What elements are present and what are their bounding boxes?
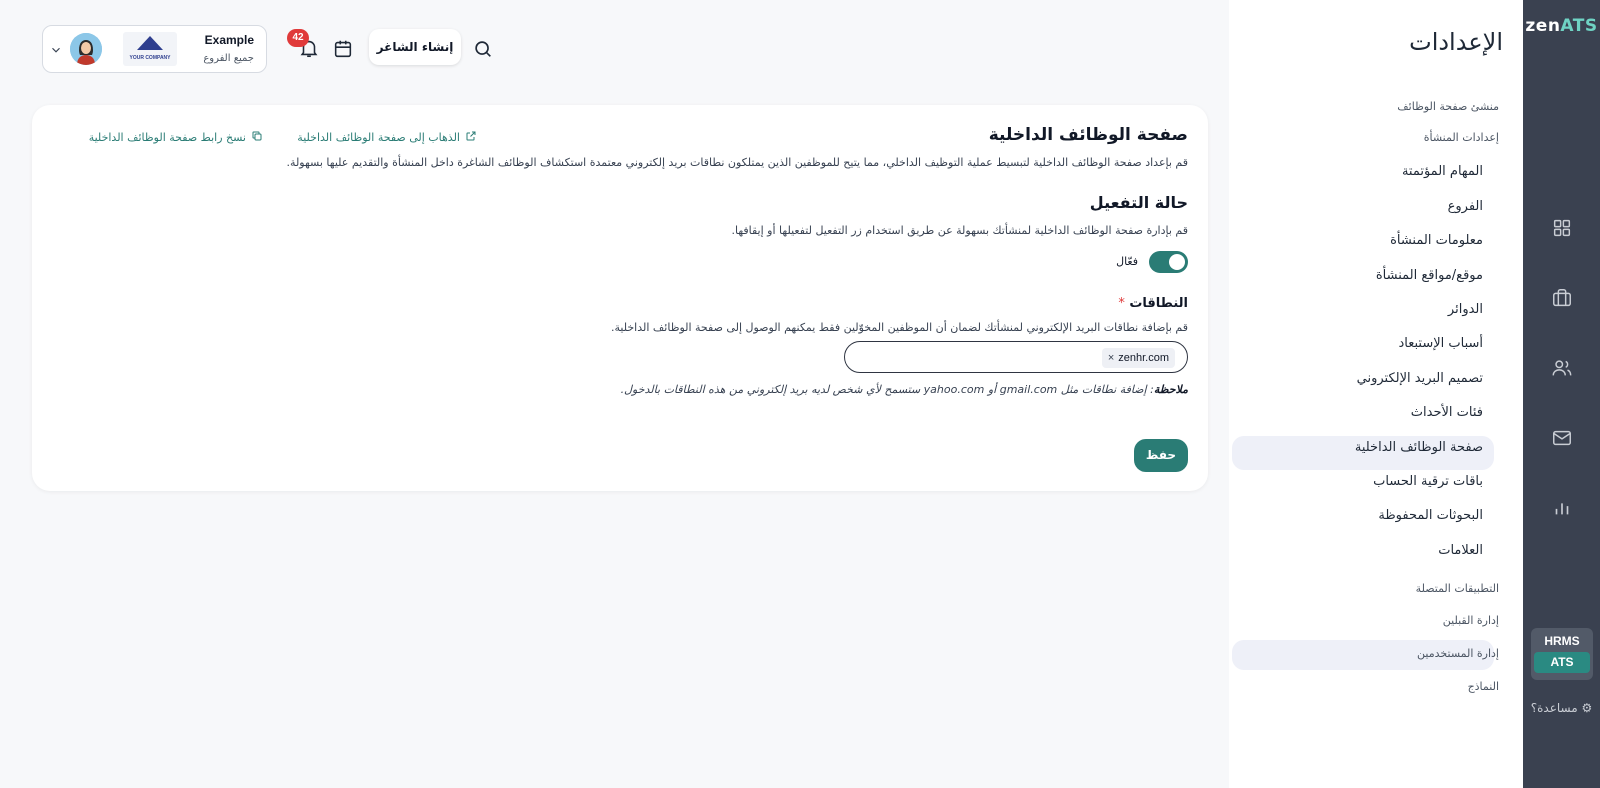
sidebar-item-forms[interactable]: النماذج: [1468, 680, 1499, 693]
calendar-icon[interactable]: [332, 38, 354, 60]
copy-icon: [251, 130, 263, 145]
sidebar-item-company-info[interactable]: معلومات المنشأة: [1390, 233, 1483, 248]
chevron-down-icon: [49, 42, 63, 56]
avatar[interactable]: [70, 33, 102, 65]
remove-tag-icon[interactable]: ×: [1108, 348, 1114, 368]
notification-badge: 42: [287, 29, 309, 47]
sidebar-item-saved-searches[interactable]: البحوثات المحفوظة: [1378, 508, 1483, 523]
domains-note: ملاحظة: إضافة نطاقات مثل gmail.com أو ya…: [620, 383, 1188, 396]
company-logo: YOUR COMPANY: [123, 32, 177, 66]
page-description: قم بإعداد صفحة الوظائف الداخلية لتبسيط ع…: [286, 156, 1188, 169]
company-name: Example: [204, 33, 254, 47]
grid-icon[interactable]: [1551, 217, 1573, 239]
go-to-internal-page-link[interactable]: الذهاب إلى صفحة الوظائف الداخلية: [297, 130, 477, 145]
sidebar-item-rejection-reasons[interactable]: أسباب الإستبعاد: [1398, 336, 1483, 351]
settings-sidebar: الإعدادات منشئ صفحة الوظائف إعدادات المن…: [1229, 0, 1523, 788]
sidebar-item-tags[interactable]: العلامات: [1438, 543, 1483, 558]
company-branch: جميع الفروع: [203, 53, 254, 64]
sidebar-item-upgrade-plans[interactable]: باقات ترقية الحساب: [1373, 474, 1483, 489]
sidebar-item-job-page-builder[interactable]: منشئ صفحة الوظائف: [1397, 100, 1499, 113]
briefcase-icon[interactable]: [1551, 287, 1573, 309]
search-icon[interactable]: [472, 38, 494, 60]
app-logo[interactable]: zenATS: [1523, 16, 1600, 36]
sidebar-item-departments[interactable]: الدوائر: [1448, 302, 1483, 317]
activation-toggle[interactable]: [1149, 251, 1188, 273]
switch-hrms[interactable]: HRMS: [1534, 631, 1590, 652]
save-button[interactable]: حفظ: [1134, 439, 1188, 472]
sidebar-item-internal-jobs-page[interactable]: صفحة الوظائف الداخلية: [1355, 440, 1483, 455]
bar-chart-icon[interactable]: [1551, 497, 1573, 519]
sidebar-item-company-settings[interactable]: إعدادات المنشأة: [1424, 131, 1499, 144]
toggle-knob: [1169, 254, 1185, 270]
sidebar-item-email-design[interactable]: تصميم البريد الإلكتروني: [1357, 371, 1483, 386]
activation-title: حالة التفعيل: [1089, 193, 1188, 212]
switch-ats[interactable]: ATS: [1534, 652, 1590, 673]
help-link[interactable]: ⚙ مساعدة؟: [1523, 701, 1600, 715]
sidebar-item-locations[interactable]: موقع/مواقع المنشأة: [1376, 268, 1483, 283]
required-marker: *: [1118, 296, 1125, 311]
mail-icon[interactable]: [1551, 427, 1573, 449]
page-title: صفحة الوظائف الداخلية: [988, 125, 1188, 145]
domain-tag: × zenhr.com: [1101, 348, 1175, 368]
copy-internal-page-link[interactable]: نسخ رابط صفحة الوظائف الداخلية: [89, 130, 263, 145]
main-rail: zenATS HRMS ATS ⚙ مساعدة؟: [1523, 0, 1600, 788]
domains-description: قم بإضافة نطاقات البريد الإلكتروني لمنشأ…: [611, 321, 1188, 334]
app-root: zenATS HRMS ATS ⚙ مساعدة؟ الإعدادات منشئ…: [0, 0, 1600, 788]
external-link-icon: [465, 130, 477, 145]
activation-description: قم بإدارة صفحة الوظائف الداخلية لمنشأتك …: [731, 224, 1188, 237]
sidebar-item-user-management[interactable]: إدارة المستخدمين: [1417, 647, 1499, 660]
users-icon[interactable]: [1551, 357, 1573, 379]
domains-title: النطاقات *: [1118, 296, 1188, 311]
internal-jobs-card: صفحة الوظائف الداخلية قم بإعداد صفحة الو…: [32, 105, 1208, 491]
sidebar-item-acceptance-management[interactable]: إدارة القبلين: [1443, 614, 1499, 627]
sidebar-item-branches[interactable]: الفروع: [1448, 199, 1483, 214]
product-switch: HRMS ATS: [1531, 628, 1593, 680]
sidebar-item-event-categories[interactable]: فئات الأحداث: [1411, 405, 1483, 420]
create-job-button[interactable]: إنشاء الشاغر: [369, 29, 461, 65]
settings-title: الإعدادات: [1409, 28, 1503, 56]
domains-input[interactable]: × zenhr.com: [844, 341, 1188, 373]
sidebar-item-connected-apps[interactable]: التطبيقات المتصلة: [1416, 582, 1499, 595]
toggle-label: فعّال: [1116, 255, 1138, 268]
company-switcher[interactable]: YOUR COMPANY Example جميع الفروع: [42, 25, 267, 73]
sidebar-item-automated-tasks[interactable]: المهام المؤتمتة: [1402, 164, 1483, 179]
